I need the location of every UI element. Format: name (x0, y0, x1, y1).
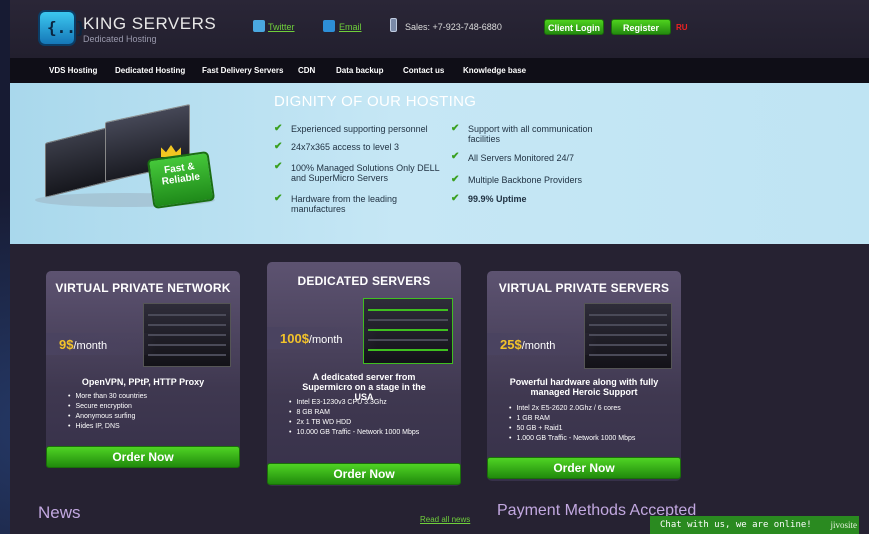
order-now-button[interactable]: Order Now (267, 463, 461, 485)
card-feature-list: More than 30 countries Secure encryption… (68, 392, 147, 432)
logo-subtitle: Dedicated Hosting (83, 34, 157, 44)
language-switch[interactable]: RU (676, 23, 688, 32)
badge-text: Fast & Reliable (161, 161, 201, 188)
card-price: 100$/month (280, 331, 343, 346)
logo-icon[interactable]: {..} (38, 10, 86, 46)
list-item: 1.000 GB Traffic - Network 1000 Mbps (509, 434, 635, 444)
nav-item-knowledge-base[interactable]: Knowledge base (463, 66, 526, 75)
order-now-button[interactable]: Order Now (487, 457, 681, 479)
feature-item: Multiple Backbone Providers (468, 175, 583, 185)
card-price: 9$/month (59, 337, 107, 352)
feature-item: Support with all communication facilitie… (468, 124, 593, 144)
feature-item: Hardware from the leading manufactures (291, 194, 398, 214)
nav-item-data-backup[interactable]: Data backup (336, 66, 384, 75)
plan-card-vpn: VIRTUAL PRIVATE NETWORK 9$/month OpenVPN… (46, 271, 240, 468)
hero-banner: Fast & Reliable DIGNITY OF OUR HOSTING ✔… (10, 83, 869, 244)
list-item: Secure encryption (68, 402, 147, 412)
read-all-news-link[interactable]: Read all news (420, 515, 470, 524)
nav-item-fast-delivery[interactable]: Fast Delivery Servers (202, 66, 283, 75)
card-feature-list: Intel 2x E5-2620 2.0Ghz / 6 cores 1 GB R… (509, 404, 635, 444)
jivosite-logo: jivosite (830, 520, 858, 530)
feature-item: All Servers Monitored 24/7 (468, 153, 575, 163)
logo-title[interactable]: KING SERVERS (83, 14, 216, 34)
feature-item: 99.9% Uptime (468, 194, 527, 204)
check-icon: ✔ (451, 174, 460, 185)
card-description: OpenVPN, PPtP, HTTP Proxy (81, 377, 205, 387)
news-heading: News (38, 503, 81, 522)
nav-item-dedicated-hosting[interactable]: Dedicated Hosting (115, 66, 185, 75)
card-title: VIRTUAL PRIVATE NETWORK (55, 281, 231, 295)
list-item: Intel 2x E5-2620 2.0Ghz / 6 cores (509, 404, 635, 414)
twitter-icon[interactable] (253, 20, 265, 32)
plan-card-vps: VIRTUAL PRIVATE SERVERS 25$/month Powerf… (487, 271, 681, 481)
price-amount: 25$ (500, 337, 522, 352)
card-description: Powerful hardware along with fully manag… (509, 377, 659, 397)
phone-icon (390, 18, 397, 32)
card-title: DEDICATED SERVERS (297, 274, 431, 288)
list-item: 1 GB RAM (509, 414, 635, 424)
nav-item-vds-hosting[interactable]: VDS Hosting (49, 66, 97, 75)
server-rack-image (584, 303, 672, 369)
check-icon: ✔ (274, 193, 283, 204)
price-amount: 9$ (59, 337, 74, 352)
register-button[interactable]: Register (611, 19, 671, 35)
chat-label[interactable]: Chat with us, we are online! (660, 520, 812, 530)
list-item: More than 30 countries (68, 392, 147, 402)
plan-card-dedicated: DEDICATED SERVERS 100$/month A dedicated… (267, 262, 461, 486)
price-period: /month (73, 340, 108, 352)
list-item: Anonymous surfing (68, 412, 147, 422)
server-rack-image (143, 303, 231, 367)
order-now-button[interactable]: Order Now (46, 446, 240, 468)
banner-title: DIGNITY OF OUR HOSTING (274, 93, 477, 110)
nav-item-contact-us[interactable]: Contact us (403, 66, 444, 75)
card-title: VIRTUAL PRIVATE SERVERS (498, 281, 670, 295)
price-period: /month (521, 340, 556, 352)
list-item: Intel E3-1230v3 CPU 3.3Ghz (289, 398, 419, 408)
feature-item: 100% Managed Solutions Only DELL and Sup… (291, 163, 440, 183)
feature-item: 24x7x365 access to level 3 (291, 142, 400, 152)
live-chat-bar[interactable]: Chat with us, we are online! jivosite (650, 516, 859, 534)
sales-phone: Sales: +7-923-748-6880 (405, 22, 502, 32)
list-item: 10.000 GB Traffic - Network 1000 Mbps (289, 428, 419, 438)
email-icon[interactable] (323, 20, 335, 32)
check-icon: ✔ (451, 151, 460, 162)
check-icon: ✔ (274, 123, 283, 134)
card-price: 25$/month (500, 337, 555, 352)
check-icon: ✔ (274, 141, 283, 152)
list-item: 8 GB RAM (289, 408, 419, 418)
feature-item: Experienced supporting personnel (291, 124, 428, 134)
check-icon: ✔ (451, 123, 460, 134)
nav-item-cdn[interactable]: CDN (298, 66, 315, 75)
list-item: 2x 1 TB WD HDD (289, 418, 419, 428)
price-period: /month (308, 334, 343, 346)
page: {..} KING SERVERS Dedicated Hosting Twit… (10, 0, 869, 534)
main-nav: VDS Hosting Dedicated Hosting Fast Deliv… (10, 58, 869, 83)
list-item: 50 GB + Raid1 (509, 424, 635, 434)
email-link[interactable]: Email (339, 22, 362, 32)
card-feature-list: Intel E3-1230v3 CPU 3.3Ghz 8 GB RAM 2x 1… (289, 398, 419, 438)
check-icon: ✔ (274, 161, 283, 172)
check-icon: ✔ (451, 193, 460, 204)
fast-reliable-badge: Fast & Reliable (146, 150, 216, 210)
logo-glyph: {..} (47, 18, 86, 37)
client-login-button[interactable]: Client Login (544, 19, 604, 35)
price-amount: 100$ (280, 331, 309, 346)
header: {..} KING SERVERS Dedicated Hosting Twit… (10, 0, 869, 58)
twitter-link[interactable]: Twitter (268, 22, 295, 32)
list-item: Hides IP, DNS (68, 422, 147, 432)
